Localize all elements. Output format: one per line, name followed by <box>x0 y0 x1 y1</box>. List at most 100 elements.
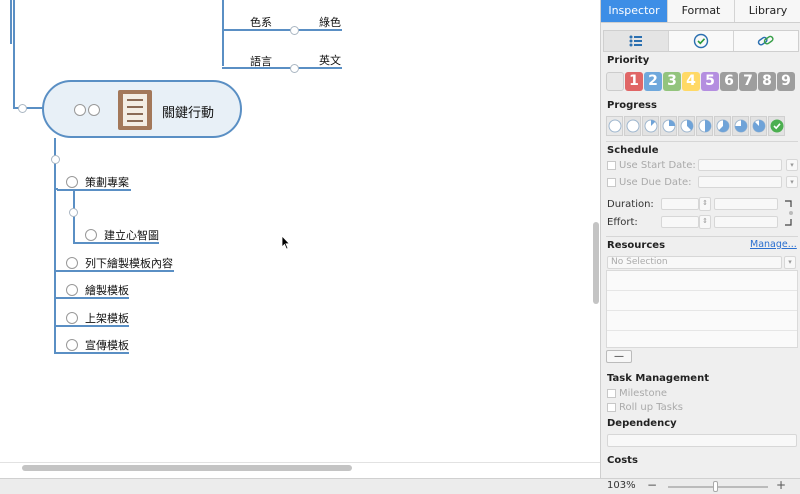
subtopic-item[interactable]: 宣傳模板 <box>66 336 129 354</box>
duration-unit-select[interactable] <box>714 198 778 210</box>
progress-25-button[interactable] <box>660 116 677 136</box>
duration-field[interactable] <box>661 198 699 210</box>
zoom-slider-track[interactable] <box>668 486 768 488</box>
task-checkbox-icon[interactable] <box>66 284 78 296</box>
task-checkbox-icon[interactable] <box>66 176 78 188</box>
progress-100-button[interactable] <box>768 116 785 136</box>
resource-list[interactable] <box>606 270 798 348</box>
pair-key-2[interactable]: 語言 <box>250 53 272 69</box>
vertical-scrollbar[interactable] <box>593 222 599 304</box>
progress-75-button[interactable] <box>732 116 749 136</box>
progress-pie-icon <box>716 119 729 133</box>
progress-0-button[interactable] <box>606 116 623 136</box>
priority-2-button[interactable]: 2 <box>644 72 662 91</box>
inspector-tabs: Inspector Format Library <box>601 0 800 23</box>
due-date-dropdown[interactable]: ▾ <box>786 176 798 188</box>
start-date-field[interactable] <box>698 159 782 171</box>
subtopic-item[interactable]: 建立心智圖 <box>85 226 159 244</box>
pair-dot-2[interactable] <box>290 64 299 73</box>
remove-resource-button[interactable]: — <box>606 350 632 363</box>
progress-38-button[interactable] <box>678 116 695 136</box>
subtab-task[interactable] <box>669 31 734 51</box>
subtopic-item[interactable]: 繪製模板 <box>66 281 129 299</box>
subtopic-item[interactable]: 列下繪製模板內容 <box>66 254 173 272</box>
tab-format[interactable]: Format <box>668 0 735 22</box>
priority-none-button[interactable] <box>606 72 624 91</box>
central-topic[interactable]: 關鍵行動 <box>42 80 242 138</box>
subtopic-item[interactable]: 策劃專案 <box>66 173 129 191</box>
priority-5-button[interactable]: 5 <box>701 72 719 91</box>
progress-50-button[interactable] <box>696 116 713 136</box>
priority-4-button[interactable]: 4 <box>682 72 700 91</box>
resource-select-arrow[interactable]: ▾ <box>784 256 796 269</box>
zoom-slider-knob[interactable] <box>713 481 718 492</box>
task-checkbox-icon[interactable] <box>85 229 97 241</box>
subtopic-label: 上架模板 <box>85 312 129 325</box>
due-date-field[interactable] <box>698 176 782 188</box>
progress-pie-icon <box>626 119 639 133</box>
task-checkbox-icon[interactable] <box>66 257 78 269</box>
task-status-icons <box>74 104 100 116</box>
progress-pie-icon <box>644 119 657 133</box>
progress-88-button[interactable] <box>750 116 767 136</box>
milestone-checkbox[interactable] <box>607 389 616 398</box>
status-bar: 103% − + <box>0 478 800 494</box>
pair-value-1[interactable]: 綠色 <box>319 14 341 30</box>
subtopic-label: 繪製模板 <box>85 284 129 297</box>
horizontal-scrollbar[interactable] <box>22 465 352 471</box>
link-bracket-icon[interactable] <box>783 199 795 229</box>
subtab-links[interactable] <box>734 31 798 51</box>
subtopic-spine <box>54 138 56 354</box>
effort-unit-select[interactable] <box>714 216 778 228</box>
subtopic-item[interactable]: 上架模板 <box>66 309 129 327</box>
inspector-subtabs <box>603 30 799 52</box>
central-topic-title[interactable]: 關鍵行動 <box>162 102 214 121</box>
costs-heading: Costs <box>607 455 638 466</box>
subtopic-collapse-dot[interactable] <box>51 155 60 164</box>
resource-select[interactable]: No Selection <box>607 256 782 269</box>
milestone-label: Milestone <box>619 388 668 399</box>
duration-stepper[interactable]: ⇕ <box>699 197 711 211</box>
pair-dot-1[interactable] <box>290 26 299 35</box>
tab-library[interactable]: Library <box>735 0 800 22</box>
progress-pie-icon <box>770 119 783 133</box>
task-checkbox-icon[interactable] <box>66 312 78 324</box>
effort-field[interactable] <box>661 216 699 228</box>
priority-6-button[interactable]: 6 <box>720 72 738 91</box>
priority-heading: Priority <box>607 55 650 66</box>
use-start-date-checkbox[interactable] <box>607 161 616 170</box>
zoom-in-button[interactable]: + <box>776 478 786 492</box>
progress-13-button[interactable] <box>642 116 659 136</box>
rollup-tasks-checkbox[interactable] <box>607 403 616 412</box>
priority-3-button[interactable]: 3 <box>663 72 681 91</box>
progress-63-button[interactable] <box>714 116 731 136</box>
canvas-divider <box>0 462 600 463</box>
collapse-dot[interactable] <box>18 104 27 113</box>
pair-key-1[interactable]: 色系 <box>250 14 272 30</box>
subtab-list[interactable] <box>604 31 669 51</box>
nested-collapse-dot[interactable] <box>69 208 78 217</box>
zoom-level: 103% <box>607 480 636 491</box>
effort-stepper[interactable]: ⇕ <box>699 215 711 229</box>
priority-8-button[interactable]: 8 <box>758 72 776 91</box>
dependency-select[interactable] <box>607 434 797 447</box>
dependency-heading: Dependency <box>607 418 677 429</box>
progress-pie-icon <box>698 119 711 133</box>
manage-resources-link[interactable]: Manage... <box>750 239 797 250</box>
start-date-dropdown[interactable]: ▾ <box>786 159 798 171</box>
zoom-out-button[interactable]: − <box>647 478 657 492</box>
pair-value-2[interactable]: 英文 <box>319 52 341 68</box>
priority-1-button[interactable]: 1 <box>625 72 643 91</box>
progress-pie-icon <box>680 119 693 133</box>
priority-9-button[interactable]: 9 <box>777 72 795 91</box>
use-due-date-label: Use Due Date: <box>619 177 692 188</box>
mindmap-canvas[interactable]: 色系 綠色 語言 英文 關鍵行動 策劃專案 建立心智圖 列下繪製模板內容 繪製模… <box>0 0 600 478</box>
task-management-heading: Task Management <box>607 373 709 384</box>
progress-0-button[interactable] <box>624 116 641 136</box>
task-checkbox-icon[interactable] <box>66 339 78 351</box>
tab-inspector[interactable]: Inspector <box>601 0 668 22</box>
use-due-date-checkbox[interactable] <box>607 178 616 187</box>
priority-7-button[interactable]: 7 <box>739 72 757 91</box>
left-connector <box>13 0 15 108</box>
divider <box>606 236 798 237</box>
